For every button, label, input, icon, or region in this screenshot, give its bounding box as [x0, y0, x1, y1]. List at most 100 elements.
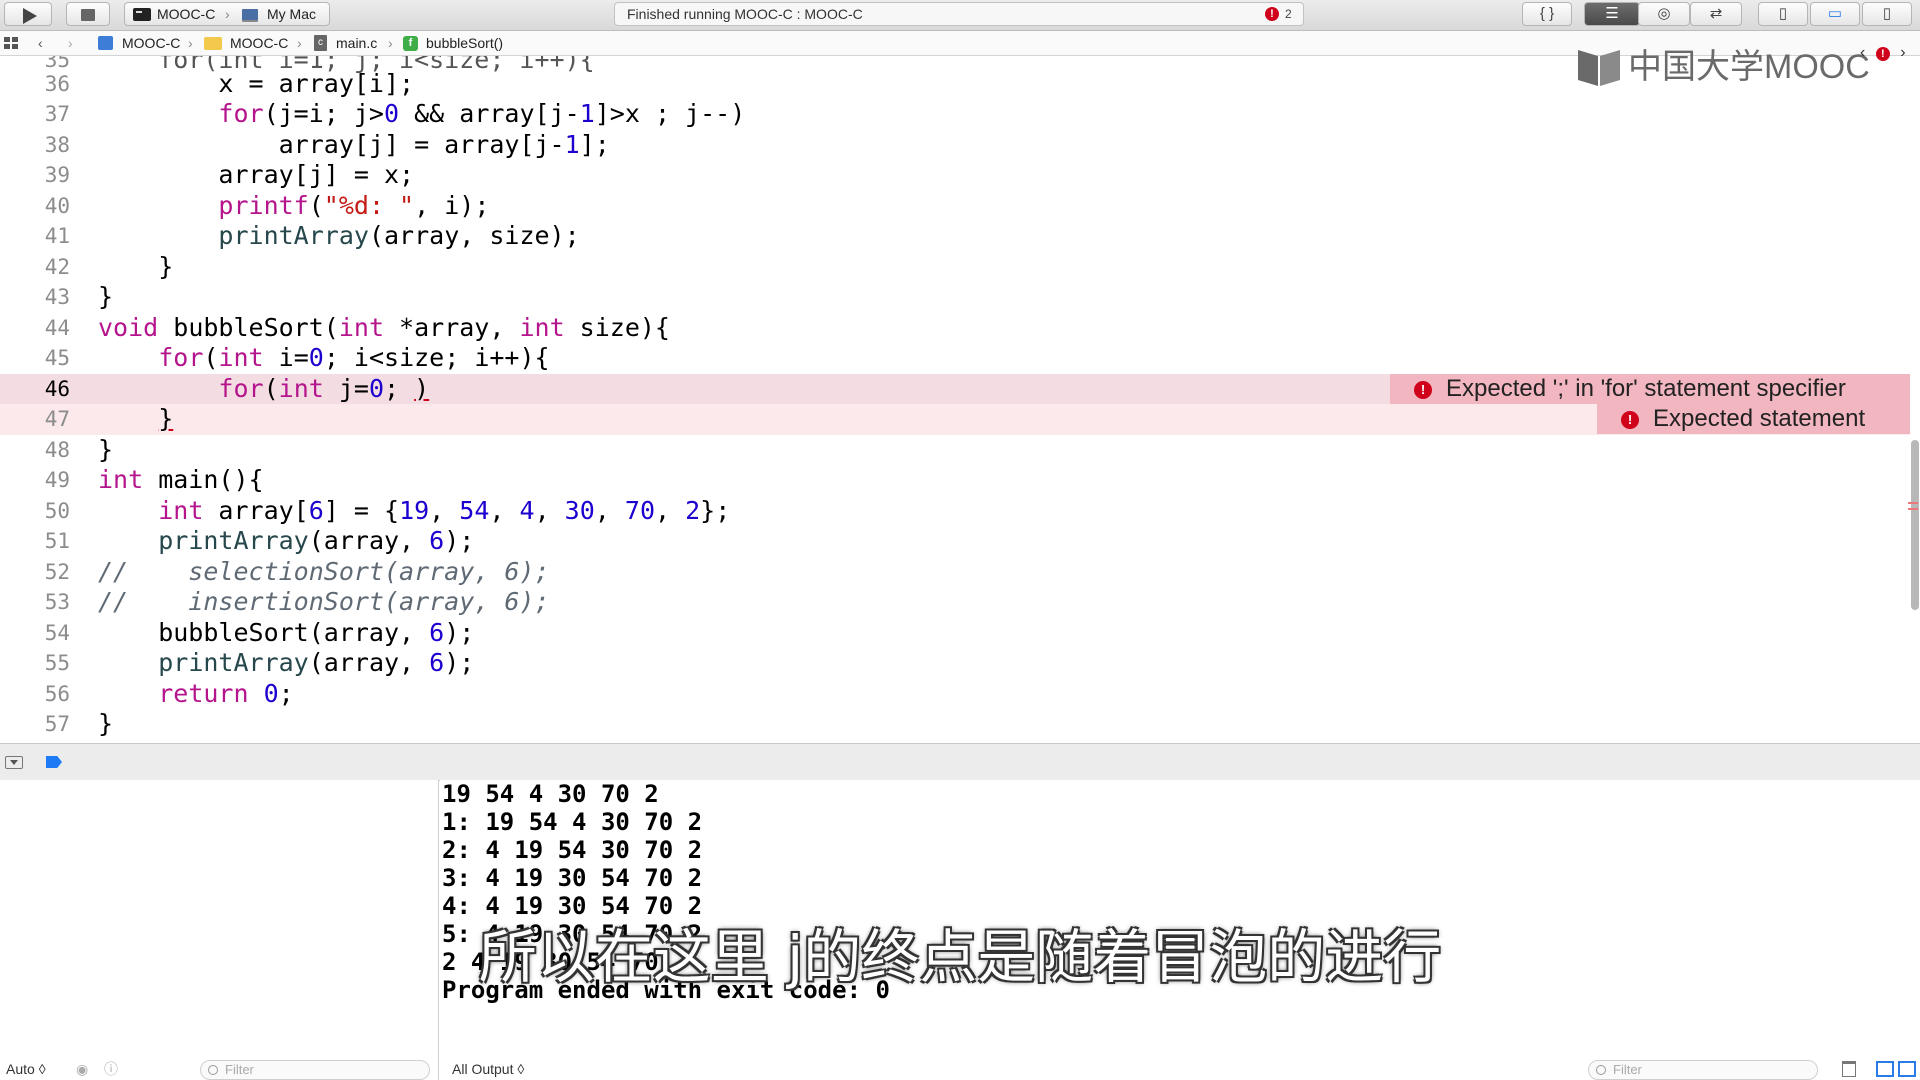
- error-message: Expected ';' in 'for' statement specifie…: [1446, 375, 1846, 402]
- arrows-icon: ⇄: [1709, 5, 1723, 22]
- source-editor[interactable]: 35 for(int i=1; j; i<size; i++){ 36 x = …: [0, 56, 1910, 742]
- split-right-icon[interactable]: [1898, 1061, 1916, 1077]
- scrollbar-error-marker: [1908, 508, 1918, 510]
- line-number: 40: [44, 194, 70, 218]
- scheme-selector[interactable]: MOOC-C › My Mac: [124, 2, 330, 26]
- code-text: void bubbleSort(int *array, int size){: [98, 313, 670, 342]
- code-line: 40 printf("%d: ", i);: [0, 191, 1910, 222]
- breadcrumb-project[interactable]: MOOC-C: [122, 31, 180, 55]
- breadcrumb-symbol[interactable]: bubbleSort(): [426, 31, 503, 55]
- toolbar: MOOC-C › My Mac Finished running MOOC-C …: [0, 0, 1920, 31]
- line-number: 57: [44, 712, 70, 736]
- line-number: 46: [44, 377, 70, 401]
- variables-view[interactable]: [0, 780, 439, 1080]
- stop-button[interactable]: [66, 2, 110, 26]
- code-text: int main(){: [98, 465, 264, 494]
- breakpoints-icon[interactable]: [46, 756, 62, 768]
- code-text: x = array[i];: [98, 69, 415, 98]
- code-text: for(j=i; j>0 && array[j-1]>x ; j--): [218, 99, 746, 128]
- line-number: 37: [44, 102, 70, 126]
- assistant-editor-button[interactable]: ◎: [1638, 2, 1690, 26]
- code-text: printArray(array, 6);: [158, 648, 475, 677]
- code-text: }: [98, 709, 114, 738]
- code-text: for(int i=0; i<size; i++){: [158, 343, 550, 372]
- debug-area-toggle-button[interactable]: ▭: [1810, 2, 1860, 26]
- code-text: }: [98, 282, 114, 311]
- run-button[interactable]: [4, 2, 52, 26]
- hide-debug-area-icon[interactable]: [5, 756, 23, 769]
- code-line: 43}: [0, 282, 1910, 313]
- standard-editor-button[interactable]: ☰: [1584, 2, 1640, 26]
- destination-name: My Mac: [267, 6, 316, 22]
- status-text: Finished running MOOC-C : MOOC-C: [627, 6, 863, 22]
- code-text: }: [98, 435, 114, 464]
- line-number: 53: [44, 590, 70, 614]
- utilities-toggle-button[interactable]: ▯: [1862, 2, 1912, 26]
- eye-icon[interactable]: ◉: [76, 1058, 88, 1080]
- split-left-icon[interactable]: [1876, 1061, 1894, 1077]
- play-icon: [23, 8, 37, 24]
- project-icon: [98, 36, 113, 50]
- code-line: 42 }: [0, 252, 1910, 283]
- code-line: 52 // selectionSort(array, 6);: [0, 557, 1910, 588]
- error-icon: !: [1621, 411, 1639, 429]
- related-items-icon[interactable]: [4, 37, 18, 49]
- line-number: 54: [44, 621, 70, 645]
- breadcrumb-file[interactable]: main.c: [336, 31, 377, 55]
- forward-arrow-icon[interactable]: ›: [68, 31, 73, 55]
- bottom-bar: Auto ◊ ◉ ⓘ Filter All Output ◊ Filter: [0, 1058, 1920, 1080]
- console-filter-input[interactable]: Filter: [1588, 1060, 1818, 1080]
- chevron-right-icon: ›: [297, 35, 302, 51]
- braces-icon: { }: [1539, 5, 1555, 22]
- line-number: 51: [44, 529, 70, 553]
- navigator-toggle-button[interactable]: ▯: [1758, 2, 1808, 26]
- activity-view[interactable]: Finished running MOOC-C : MOOC-C ! 2: [614, 2, 1304, 26]
- folder-icon: [204, 37, 222, 50]
- code-line: 41 printArray(array, size);: [0, 221, 1910, 252]
- error-message: Expected statement: [1653, 405, 1866, 432]
- line-number: 50: [44, 499, 70, 523]
- issue-navigator[interactable]: ‹ ! ›: [1860, 44, 1906, 62]
- back-arrow-icon[interactable]: ‹: [38, 31, 43, 55]
- line-number: 42: [44, 255, 70, 279]
- terminal-icon: [133, 8, 151, 21]
- library-button[interactable]: { }: [1522, 2, 1572, 26]
- line-number: 39: [44, 163, 70, 187]
- line-number: 44: [44, 316, 70, 340]
- code-text: array[j] = x;: [98, 160, 415, 189]
- editor-scrollbar[interactable]: [1911, 440, 1919, 610]
- error-annotation[interactable]: ! Expected statement: [1597, 404, 1910, 434]
- code-line: 57}: [0, 709, 1910, 740]
- breadcrumb-group[interactable]: MOOC-C: [230, 31, 288, 55]
- line-number: 48: [44, 438, 70, 462]
- book-logo-icon: [1578, 50, 1620, 86]
- code-text: printArray(array, 6);: [158, 526, 475, 555]
- variables-filter-input[interactable]: Filter: [200, 1060, 430, 1080]
- code-line: 39 array[j] = x;: [0, 160, 1910, 191]
- logo-text: 中国大学MOOC: [1628, 48, 1870, 86]
- code-line: 54 bubbleSort(array, 6);: [0, 618, 1910, 649]
- chevron-right-icon: ›: [188, 35, 193, 51]
- next-issue-icon[interactable]: ›: [1900, 44, 1905, 61]
- rings-icon: ◎: [1657, 5, 1671, 22]
- code-text: // insertionSort(array, 6);: [98, 587, 550, 616]
- bottom-panel-icon: ▭: [1827, 5, 1843, 22]
- output-mode-select[interactable]: All Output ◊: [452, 1058, 524, 1080]
- variables-mode-select[interactable]: Auto ◊: [6, 1058, 46, 1080]
- code-line: 37 for(j=i; j>0 && array[j-1]>x ; j--): [0, 99, 1910, 130]
- previous-issue-icon[interactable]: ‹: [1860, 44, 1865, 61]
- error-annotation[interactable]: ! Expected ';' in 'for' statement specif…: [1390, 374, 1910, 404]
- mooc-logo: 中国大学MOOC: [1576, 46, 1870, 88]
- info-icon[interactable]: ⓘ: [104, 1058, 118, 1080]
- function-icon: f: [403, 36, 418, 51]
- version-editor-button[interactable]: ⇄: [1690, 2, 1742, 26]
- line-number: 56: [44, 682, 70, 706]
- code-line: 56 return 0;: [0, 679, 1910, 710]
- code-line: 44 void bubbleSort(int *array, int size){: [0, 313, 1910, 344]
- mac-icon: [242, 9, 258, 22]
- code-line: 50 int array[6] = {19, 54, 4, 30, 70, 2}…: [0, 496, 1910, 527]
- code-text: printArray(array, size);: [218, 221, 580, 250]
- code-line: 55 printArray(array, 6);: [0, 648, 1910, 679]
- line-number: 41: [44, 224, 70, 248]
- trash-icon[interactable]: [1842, 1061, 1856, 1077]
